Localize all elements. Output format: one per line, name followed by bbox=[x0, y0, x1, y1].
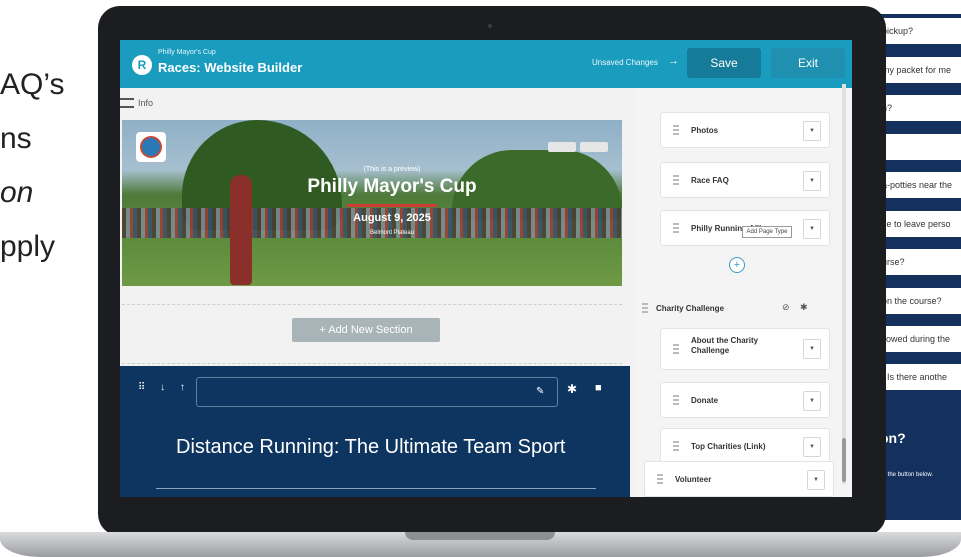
page-title: Races: Website Builder bbox=[158, 60, 303, 75]
chevron-down-icon[interactable]: ▼ bbox=[803, 121, 821, 141]
hero-runner bbox=[230, 175, 252, 285]
background-text-line-2: ns bbox=[0, 122, 32, 155]
add-new-section-button[interactable]: + Add New Section bbox=[292, 318, 440, 342]
save-button[interactable]: Save bbox=[687, 48, 761, 78]
hero-venue: Belmont Plateau bbox=[369, 230, 415, 236]
trash-icon[interactable]: ■ bbox=[595, 382, 602, 394]
hero-preview-note: (This is a preview) bbox=[363, 166, 421, 173]
gear-icon[interactable]: ✱ bbox=[567, 382, 577, 396]
faq-row: urse? bbox=[876, 249, 961, 275]
section-divider bbox=[156, 488, 596, 489]
faq-row: my packet for me bbox=[876, 57, 961, 83]
edit-icon[interactable]: ✎ bbox=[536, 386, 544, 397]
gear-icon[interactable]: ✱ bbox=[800, 302, 808, 313]
drag-handle-icon[interactable] bbox=[673, 395, 679, 405]
hero-divider bbox=[347, 204, 437, 207]
page-card-label: Race FAQ bbox=[691, 176, 729, 185]
chevron-down-icon[interactable]: ▼ bbox=[803, 437, 821, 457]
page-card-label: Donate bbox=[691, 396, 719, 405]
chevron-down-icon[interactable]: ▼ bbox=[807, 470, 825, 490]
drag-handle-icon[interactable] bbox=[673, 344, 679, 354]
chevron-down-icon[interactable]: ▼ bbox=[803, 391, 821, 411]
info-icon bbox=[120, 98, 134, 108]
hero-action-button[interactable] bbox=[548, 142, 576, 152]
page-card-label: About the Charity Challenge bbox=[691, 336, 759, 355]
background-text-line-4: pply bbox=[0, 230, 56, 263]
faq-row: a-potties near the bbox=[876, 172, 961, 198]
faq-topbar bbox=[868, 0, 961, 14]
laptop-notch bbox=[405, 532, 555, 540]
page-structure-sidebar: Photos ▼ Race FAQ ▼ Philly Running Allia… bbox=[634, 88, 852, 497]
page-card-volunteer[interactable]: Volunteer ▼ bbox=[644, 461, 834, 497]
unsaved-changes-label: Unsaved Changes bbox=[592, 58, 658, 67]
info-label[interactable]: Info bbox=[138, 98, 153, 108]
page-card-about-charity-challenge[interactable]: About the Charity Challenge ▼ bbox=[660, 328, 830, 370]
faq-row: n? bbox=[876, 95, 961, 121]
chevron-down-icon[interactable]: ▼ bbox=[803, 339, 821, 359]
drag-handle-icon[interactable] bbox=[673, 223, 679, 233]
add-page-type-tooltip: Add Page Type bbox=[742, 226, 792, 238]
background-text-line-3: on bbox=[0, 176, 34, 209]
faq-row: on the course? bbox=[876, 288, 961, 314]
arrow-right-icon: → bbox=[668, 55, 679, 67]
hero-date: August 9, 2025 bbox=[353, 212, 431, 224]
group-label-charity-challenge: Charity Challenge bbox=[656, 304, 725, 313]
page-card-top-charities[interactable]: Top Charities (Link) ▼ bbox=[660, 428, 830, 464]
laptop-screen: R Philly Mayor's Cup Races: Website Buil… bbox=[120, 40, 852, 497]
chevron-down-icon[interactable]: ▼ bbox=[803, 219, 821, 239]
app-header: R Philly Mayor's Cup Races: Website Buil… bbox=[120, 40, 852, 88]
page-card-donate[interactable]: Donate ▼ bbox=[660, 382, 830, 418]
drag-handle-icon[interactable] bbox=[673, 125, 679, 135]
page-card-label: Volunteer bbox=[675, 475, 712, 484]
laptop-camera bbox=[488, 24, 492, 28]
hero-action-button[interactable] bbox=[580, 142, 608, 152]
section-title-input[interactable] bbox=[196, 377, 558, 407]
sidebar-scrollbar-thumb[interactable] bbox=[842, 438, 846, 482]
sidebar-scrollbar-track[interactable] bbox=[842, 84, 846, 484]
hidden-eye-icon[interactable]: ⊘ bbox=[782, 302, 790, 313]
faq-row: . Is there anothe bbox=[876, 364, 961, 390]
drag-handle-icon[interactable] bbox=[673, 441, 679, 451]
page-card-label: Photos bbox=[691, 126, 719, 135]
hero-preview[interactable]: (This is a preview) Philly Mayor's Cup A… bbox=[122, 120, 622, 286]
app-subtitle: Philly Mayor's Cup bbox=[158, 49, 216, 56]
hero-title: Philly Mayor's Cup bbox=[307, 176, 477, 197]
section-move-controls[interactable]: ⠿ ↓ ↑ bbox=[138, 382, 191, 393]
add-page-type-button[interactable]: + bbox=[729, 257, 745, 273]
faq-row bbox=[876, 134, 961, 160]
drag-handle-icon[interactable] bbox=[673, 175, 679, 185]
chevron-down-icon[interactable]: ▼ bbox=[803, 171, 821, 191]
section-heading: Distance Running: The Ultimate Team Spor… bbox=[176, 436, 566, 458]
page-card-label: Top Charities (Link) bbox=[691, 442, 766, 451]
drag-handle-icon[interactable] bbox=[657, 474, 663, 484]
faq-row: ce to leave perso bbox=[876, 211, 961, 237]
drag-handle-icon[interactable] bbox=[642, 303, 648, 313]
page-card-race-faq[interactable]: Race FAQ ▼ bbox=[660, 162, 830, 198]
exit-button[interactable]: Exit bbox=[771, 48, 845, 78]
faq-contact-subtext: ck the button below. bbox=[880, 472, 934, 478]
app-logo-icon: R bbox=[132, 55, 152, 75]
race-logo-emblem-icon bbox=[140, 136, 162, 158]
background-text-line-1: AQ’s bbox=[0, 68, 65, 101]
faq-row: llowed during the bbox=[876, 326, 961, 352]
page-card-photos[interactable]: Photos ▼ bbox=[660, 112, 830, 148]
faq-row: pickup? bbox=[876, 18, 961, 44]
